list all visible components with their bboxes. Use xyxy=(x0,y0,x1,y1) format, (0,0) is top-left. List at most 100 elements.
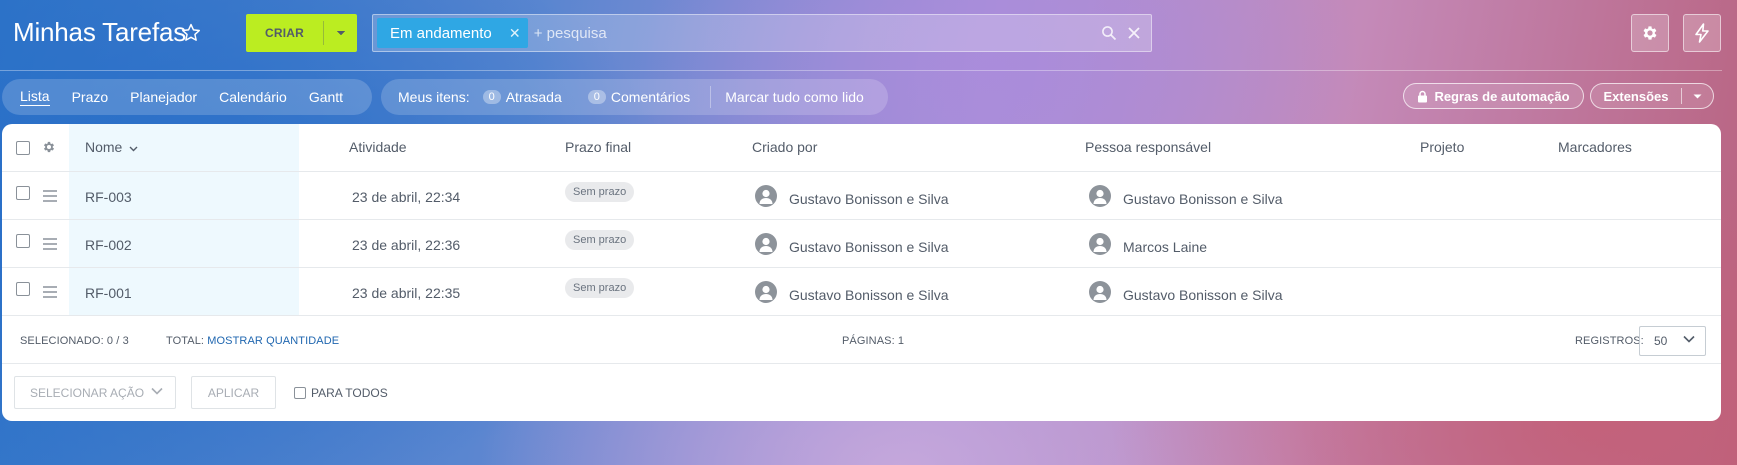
lightning-icon xyxy=(1695,23,1709,43)
counters-label: Meus itens: xyxy=(398,89,470,105)
records-per-page-select[interactable]: 50 xyxy=(1639,326,1706,356)
counter-label: Comentários xyxy=(610,89,691,105)
extensions-button[interactable]: Extensões xyxy=(1590,83,1714,109)
extensions-dropdown-toggle[interactable] xyxy=(1682,94,1713,99)
search-icon[interactable] xyxy=(1101,25,1117,41)
counter-badge: 0 xyxy=(587,90,606,104)
page-title: Minhas Tarefas xyxy=(13,17,187,47)
lock-icon xyxy=(1418,90,1428,102)
counter-overdue[interactable]: 0 Atrasada xyxy=(482,89,562,105)
remove-filter-icon[interactable]: ✕ xyxy=(506,24,524,42)
table-row[interactable]: RF-003 23 de abril, 22:34 Sem prazo Gust… xyxy=(2,172,1721,220)
row-checkbox[interactable] xyxy=(16,186,30,200)
responsible-link[interactable]: Gustavo Bonisson e Silva xyxy=(1123,191,1283,207)
tab-gantt[interactable]: Gantt xyxy=(309,89,343,105)
row-checkbox[interactable] xyxy=(16,282,30,296)
chevron-down-icon xyxy=(336,30,345,36)
task-grid: Nome Atividade Prazo final Criado por Pe… xyxy=(2,124,1721,421)
mark-all-read-link[interactable]: Marcar tudo como lido xyxy=(725,89,864,105)
responsible-link[interactable]: Gustavo Bonisson e Silva xyxy=(1123,287,1283,303)
tab-calendario[interactable]: Calendário xyxy=(219,89,287,105)
select-action-dropdown[interactable]: SELECIONAR AÇÃO xyxy=(14,376,176,409)
task-name-link[interactable]: RF-003 xyxy=(85,189,132,205)
counter-badge: 0 xyxy=(482,90,501,104)
grid-header-row: Nome Atividade Prazo final Criado por Pe… xyxy=(2,124,1721,172)
records-label: REGISTROS: xyxy=(1575,335,1644,347)
chevron-down-icon xyxy=(1683,335,1695,343)
counters-divider xyxy=(710,86,712,108)
automation-button[interactable] xyxy=(1683,14,1721,52)
pages-info: PÁGINAS: 1 xyxy=(842,335,905,347)
deadline-badge[interactable]: Sem prazo xyxy=(565,182,635,202)
task-name-link[interactable]: RF-002 xyxy=(85,237,132,253)
chevron-down-icon xyxy=(151,387,163,395)
for-all-label: PARA TODOS xyxy=(311,386,388,400)
grid-footer: SELECIONADO: 0 / 3 TOTAL: MOSTRAR QUANTI… xyxy=(2,316,1721,364)
column-header-deadline[interactable]: Prazo final xyxy=(565,139,631,155)
task-activity: 23 de abril, 22:35 xyxy=(352,285,461,301)
column-header-activity[interactable]: Atividade xyxy=(349,139,407,155)
view-switcher: Lista Prazo Planejador Calendário Gantt xyxy=(2,79,372,115)
tab-planejador[interactable]: Planejador xyxy=(130,89,197,105)
created-by-link[interactable]: Gustavo Bonisson e Silva xyxy=(789,239,949,255)
created-by-link[interactable]: Gustavo Bonisson e Silva xyxy=(789,191,949,207)
sort-chevron-icon xyxy=(129,146,138,152)
drag-handle-icon[interactable] xyxy=(43,286,57,301)
settings-button[interactable] xyxy=(1631,14,1669,52)
for-all-checkbox-box[interactable] xyxy=(294,387,306,399)
column-header-tags[interactable]: Marcadores xyxy=(1558,139,1632,155)
avatar xyxy=(1089,233,1111,255)
gear-icon[interactable] xyxy=(42,140,56,154)
tab-lista[interactable]: Lista xyxy=(20,88,50,106)
selected-count: SELECIONADO: 0 / 3 xyxy=(20,335,129,347)
tab-prazo[interactable]: Prazo xyxy=(72,89,109,105)
create-button-label: CRIAR xyxy=(265,26,304,40)
table-row[interactable]: RF-002 23 de abril, 22:36 Sem prazo Gust… xyxy=(2,220,1721,268)
deadline-badge[interactable]: Sem prazo xyxy=(565,278,635,298)
avatar xyxy=(1089,281,1111,303)
automation-rules-button[interactable]: Regras de automação xyxy=(1403,83,1584,109)
extensions-label: Extensões xyxy=(1603,88,1669,104)
column-header-label: Nome xyxy=(85,139,123,155)
for-all-checkbox[interactable]: PARA TODOS xyxy=(294,386,388,400)
column-header-created-by[interactable]: Criado por xyxy=(752,139,817,155)
total-count: TOTAL: MOSTRAR QUANTIDADE xyxy=(166,335,339,347)
drag-handle-icon[interactable] xyxy=(43,190,57,205)
avatar xyxy=(1089,185,1111,207)
column-header-name[interactable]: Nome xyxy=(85,139,138,155)
gear-icon xyxy=(1643,26,1657,40)
counter-comments[interactable]: 0 Comentários xyxy=(587,89,691,105)
avatar xyxy=(755,233,777,255)
select-action-label: SELECIONAR AÇÃO xyxy=(30,385,145,400)
star-icon[interactable] xyxy=(180,22,202,44)
column-header-project[interactable]: Projeto xyxy=(1420,139,1464,155)
task-activity: 23 de abril, 22:36 xyxy=(352,237,461,253)
filter-chip-label: Em andamento xyxy=(390,24,492,42)
filter-chip[interactable]: Em andamento ✕ xyxy=(377,18,528,48)
responsible-link[interactable]: Marcos Laine xyxy=(1123,239,1207,255)
total-label: TOTAL: xyxy=(166,335,205,347)
create-dropdown-toggle[interactable] xyxy=(324,30,357,36)
task-activity: 23 de abril, 22:34 xyxy=(352,189,461,205)
create-button[interactable]: CRIAR xyxy=(246,14,357,52)
search-input[interactable] xyxy=(527,18,1101,48)
records-per-page-value: 50 xyxy=(1654,334,1668,348)
automation-rules-label: Regras de automação xyxy=(1434,88,1570,104)
avatar xyxy=(755,185,777,207)
table-row[interactable]: RF-001 23 de abril, 22:35 Sem prazo Gust… xyxy=(2,268,1721,316)
row-checkbox[interactable] xyxy=(16,234,30,248)
task-name-link[interactable]: RF-001 xyxy=(85,285,132,301)
clear-search-icon[interactable] xyxy=(1127,26,1141,40)
counter-label: Atrasada xyxy=(505,89,562,105)
filter-search-bar[interactable]: Em andamento ✕ xyxy=(372,14,1152,52)
show-quantity-link[interactable]: MOSTRAR QUANTIDADE xyxy=(207,335,339,347)
chevron-down-icon xyxy=(1693,94,1702,98)
drag-handle-icon[interactable] xyxy=(43,238,57,253)
deadline-badge[interactable]: Sem prazo xyxy=(565,230,635,250)
select-all-checkbox[interactable] xyxy=(16,141,30,155)
created-by-link[interactable]: Gustavo Bonisson e Silva xyxy=(789,287,949,303)
apply-button[interactable]: APLICAR xyxy=(191,376,276,409)
header-divider xyxy=(0,70,1722,71)
column-header-responsible[interactable]: Pessoa responsável xyxy=(1085,139,1211,155)
avatar xyxy=(755,281,777,303)
